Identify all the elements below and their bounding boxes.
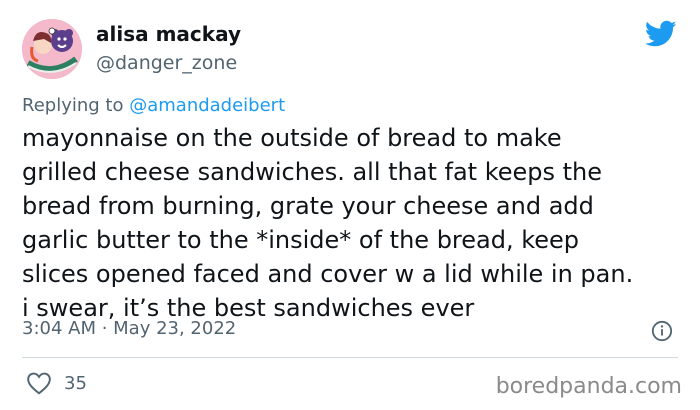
tweet-text-line: bread from burning, grate your cheese an…: [22, 192, 594, 220]
info-icon[interactable]: [651, 320, 673, 342]
tweet-text-line: mayonnaise on the outside of bread to ma…: [22, 124, 562, 152]
author-handle[interactable]: @danger_zone: [96, 52, 237, 74]
tweet-timestamp[interactable]: 3:04 AM · May 23, 2022: [22, 318, 236, 339]
divider: [22, 357, 678, 358]
replying-to-label: Replying to: [22, 95, 124, 116]
avatar[interactable]: [22, 19, 82, 79]
watermark-text: boredpanda.com: [495, 374, 682, 399]
avatar-illustration: [22, 19, 82, 79]
tweet-text-line: grilled cheese sandwiches. all that fat …: [22, 158, 603, 186]
replying-to-line: Replying to @amandadeibert: [22, 95, 285, 116]
author-display-name[interactable]: alisa mackay: [96, 22, 241, 46]
like-button[interactable]: 35: [26, 371, 87, 395]
reply-target-link[interactable]: @amandadeibert: [129, 95, 285, 116]
tweet-text-line: slices opened faced and cover w a lid wh…: [22, 260, 634, 288]
tweet-text-line: garlic butter to the *inside* of the bre…: [22, 226, 580, 254]
like-count: 35: [64, 372, 87, 394]
heart-icon[interactable]: [26, 371, 52, 395]
twitter-bird-icon[interactable]: [645, 20, 677, 48]
tweet-text: mayonnaise on the outside of bread to ma…: [22, 121, 692, 325]
tweet-card: alisa mackay @danger_zone Replying to @a…: [0, 0, 700, 410]
